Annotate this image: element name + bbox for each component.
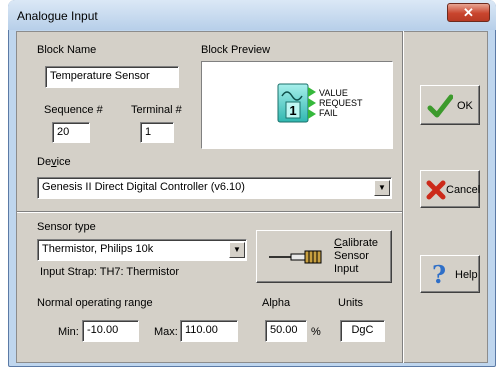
x-mark-icon xyxy=(426,180,446,200)
calibrate-line2: Sensor xyxy=(334,250,369,262)
close-icon: ✕ xyxy=(463,5,474,20)
calibrate-button-label: Calibrate Sensor Input xyxy=(334,237,378,276)
calibrate-line1: alibrate xyxy=(341,237,379,249)
sensor-type-value: Thermistor, Philips 10k xyxy=(42,243,154,255)
operating-range-label: Normal operating range xyxy=(37,297,153,309)
sensor-type-label: Sensor type xyxy=(37,221,96,233)
terminal-input[interactable]: 1 xyxy=(140,122,174,143)
block-preview-panel: 1 VALUE REQUEST FAIL xyxy=(201,61,393,149)
close-button[interactable]: ✕ xyxy=(447,3,490,22)
cancel-button-label: Cancel xyxy=(446,184,481,196)
device-label-suffix: ice xyxy=(56,156,71,168)
preview-output-fail: FAIL xyxy=(319,108,338,118)
block-preview-graphic: 1 VALUE REQUEST FAIL xyxy=(277,83,363,123)
calibrate-line3: Input xyxy=(334,263,359,275)
calibrate-sensor-button[interactable]: Calibrate Sensor Input xyxy=(256,230,392,283)
sensor-probe-icon xyxy=(269,250,322,264)
units-input[interactable]: DgC xyxy=(340,320,385,342)
alpha-label: Alpha xyxy=(262,297,291,309)
device-select[interactable]: Genesis II Direct Digital Controller (v6… xyxy=(37,177,392,199)
units-label: Units xyxy=(338,297,364,309)
min-input[interactable]: -10.00 xyxy=(82,320,139,342)
preview-output-request: REQUEST xyxy=(319,98,363,108)
checkmark-icon xyxy=(427,94,453,118)
horizontal-divider xyxy=(17,211,402,213)
alpha-unit: % xyxy=(311,326,321,338)
fail-arrow-icon xyxy=(308,109,316,119)
min-label: Min: xyxy=(58,326,79,338)
sensor-type-select[interactable]: Thermistor, Philips 10k xyxy=(37,239,247,261)
alpha-input[interactable]: 50.00 xyxy=(265,320,307,342)
ok-button-label: OK xyxy=(457,100,473,112)
block-preview-label: Block Preview xyxy=(201,44,271,56)
device-label-prefix: De xyxy=(37,156,52,168)
block-name-label: Block Name xyxy=(37,44,97,56)
question-mark-icon: ? xyxy=(431,260,447,289)
preview-output-value: VALUE xyxy=(319,88,348,98)
device-select-value: Genesis II Direct Digital Controller (v6… xyxy=(42,181,245,193)
help-button-label: Help xyxy=(455,269,478,281)
sequence-input[interactable]: 20 xyxy=(52,122,90,143)
request-arrow-icon xyxy=(308,98,316,108)
terminal-label: Terminal # xyxy=(131,104,182,116)
device-label: Device xyxy=(37,156,71,168)
window-title: Analogue Input xyxy=(17,9,98,23)
cancel-button[interactable]: Cancel xyxy=(420,170,480,208)
vertical-divider xyxy=(402,31,404,363)
calibrate-accelerator: C xyxy=(334,237,342,249)
max-input[interactable]: 110.00 xyxy=(180,320,238,342)
sensor-dropdown-arrow-icon[interactable]: ▼ xyxy=(229,242,245,258)
sequence-label: Sequence # xyxy=(44,104,103,116)
help-button[interactable]: ? Help xyxy=(420,255,480,293)
ok-button[interactable]: OK xyxy=(420,85,480,125)
value-arrow-icon xyxy=(308,87,316,97)
input-strap-text: Input Strap: TH7: Thermistor xyxy=(40,266,179,278)
block-name-input[interactable]: Temperature Sensor xyxy=(45,66,179,88)
max-label: Max: xyxy=(154,326,178,338)
preview-number: 1 xyxy=(289,103,296,118)
device-dropdown-arrow-icon[interactable]: ▼ xyxy=(374,180,390,196)
